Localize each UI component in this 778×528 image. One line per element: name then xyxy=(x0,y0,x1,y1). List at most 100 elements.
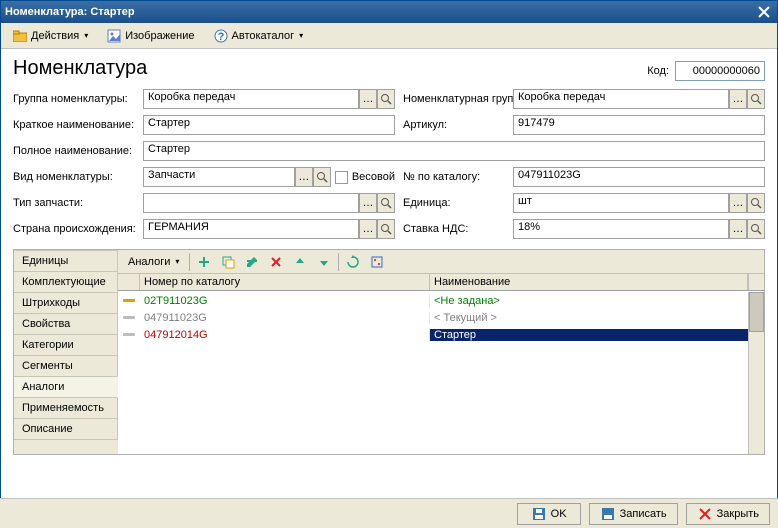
add-row-icon[interactable] xyxy=(194,252,214,272)
save-button[interactable]: Записать xyxy=(589,503,678,525)
grid-rows: 02T911023G<Не задана>047911023G< Текущий… xyxy=(118,292,748,454)
short-input[interactable]: Стартер xyxy=(143,115,395,135)
group-label: Группа номенклатуры: xyxy=(13,93,143,105)
vat-label: Ставка НДС: xyxy=(403,223,513,235)
row-status-icon xyxy=(118,333,140,336)
ok-button[interactable]: OK xyxy=(517,503,581,525)
tab-0[interactable]: Единицы xyxy=(14,250,118,272)
grid-header-name[interactable]: Наименование xyxy=(430,274,748,290)
tab-8[interactable]: Описание xyxy=(14,418,118,440)
tab-6[interactable]: Аналоги xyxy=(14,376,118,398)
parttype-ellipsis[interactable]: … xyxy=(359,193,377,213)
refresh-icon[interactable] xyxy=(343,252,363,272)
side-tabs: ЕдиницыКомплектующиеШтрихкодыСвойстваКат… xyxy=(14,250,118,454)
caret-down-icon: ▾ xyxy=(175,257,179,266)
row-name: < Текущий > xyxy=(430,312,748,324)
group-ellipsis[interactable]: … xyxy=(359,89,377,109)
row-catalog: 047912014G xyxy=(140,329,430,341)
tab-3[interactable]: Свойства xyxy=(14,313,118,335)
nomgroup-search-icon[interactable] xyxy=(747,89,765,109)
analogs-label: Аналоги xyxy=(128,256,170,268)
country-input[interactable]: ГЕРМАНИЯ xyxy=(143,219,359,239)
weight-label: Весовой xyxy=(352,171,395,183)
row-status-icon xyxy=(118,316,140,319)
grid-header-catalog[interactable]: Номер по каталогу xyxy=(140,274,430,290)
tab-2[interactable]: Штрихкоды xyxy=(14,292,118,314)
tab-1[interactable]: Комплектующие xyxy=(14,271,118,293)
window-title: Номенклатура: Стартер xyxy=(5,6,755,18)
catnum-input[interactable]: 047911023G xyxy=(513,167,765,187)
type-label: Вид номенклатуры: xyxy=(13,171,143,183)
autocatalog-label: Автокаталог xyxy=(232,30,295,42)
short-label: Краткое наименование: xyxy=(13,119,143,131)
svg-text:?: ? xyxy=(217,31,224,43)
move-down-icon[interactable] xyxy=(314,252,334,272)
art-label: Артикул: xyxy=(403,119,513,131)
full-input[interactable]: Стартер xyxy=(143,141,765,161)
vertical-scrollbar[interactable] xyxy=(748,292,764,454)
autocatalog-menu[interactable]: ? Автокаталог ▾ xyxy=(206,25,311,47)
actions-menu[interactable]: Действия ▾ xyxy=(5,25,95,47)
image-label: Изображение xyxy=(125,30,194,42)
save-label: Записать xyxy=(620,508,667,520)
country-ellipsis[interactable]: … xyxy=(359,219,377,239)
image-button[interactable]: Изображение xyxy=(99,25,201,47)
kod-input[interactable] xyxy=(675,61,765,81)
tab-7[interactable]: Применяемость xyxy=(14,397,118,419)
group-input[interactable]: Коробка передач xyxy=(143,89,359,109)
row-status-icon xyxy=(118,299,140,302)
kod-label: Код: xyxy=(647,65,669,77)
copy-row-icon[interactable] xyxy=(218,252,238,272)
edit-row-icon[interactable] xyxy=(242,252,262,272)
row-catalog: 02T911023G xyxy=(140,295,430,307)
parttype-input[interactable] xyxy=(143,193,359,213)
nomgroup-label: Номенклатурная группа: xyxy=(403,93,513,105)
type-search-icon[interactable] xyxy=(313,167,331,187)
table-row[interactable]: 047911023G< Текущий > xyxy=(118,309,748,326)
caret-down-icon: ▾ xyxy=(299,31,303,40)
parttype-search-icon[interactable] xyxy=(377,193,395,213)
tab-5[interactable]: Сегменты xyxy=(14,355,118,377)
delete-row-icon[interactable] xyxy=(266,252,286,272)
unit-search-icon[interactable] xyxy=(747,193,765,213)
close-x-icon xyxy=(697,506,713,522)
row-name: Стартер xyxy=(430,329,748,341)
unit-input[interactable]: шт xyxy=(513,193,729,213)
close-button[interactable]: Закрыть xyxy=(686,503,770,525)
art-input[interactable]: 917479 xyxy=(513,115,765,135)
row-name: <Не задана> xyxy=(430,295,748,307)
type-ellipsis[interactable]: … xyxy=(295,167,313,187)
close-icon[interactable] xyxy=(755,4,773,20)
vat-search-icon[interactable] xyxy=(747,219,765,239)
image-icon xyxy=(106,28,122,44)
close-label: Закрыть xyxy=(717,508,759,520)
nomgroup-input[interactable]: Коробка передач xyxy=(513,89,729,109)
settings-icon[interactable] xyxy=(367,252,387,272)
help-icon: ? xyxy=(213,28,229,44)
grid-header-scroll xyxy=(748,274,764,290)
main-toolbar: Действия ▾ Изображение ? Автокаталог ▾ xyxy=(1,23,777,49)
type-input[interactable]: Запчасти xyxy=(143,167,295,187)
folder-icon xyxy=(12,28,28,44)
ok-label: OK xyxy=(551,508,567,520)
analogs-menu[interactable]: Аналоги ▾ xyxy=(122,254,185,270)
vat-input[interactable]: 18% xyxy=(513,219,729,239)
disk-icon xyxy=(600,506,616,522)
vat-ellipsis[interactable]: … xyxy=(729,219,747,239)
move-up-icon[interactable] xyxy=(290,252,310,272)
actions-label: Действия xyxy=(31,30,79,42)
weight-checkbox[interactable]: Весовой xyxy=(335,167,395,187)
page-title: Номенклатура xyxy=(13,57,647,80)
save-icon xyxy=(531,506,547,522)
table-row[interactable]: 02T911023G<Не задана> xyxy=(118,292,748,309)
nomgroup-ellipsis[interactable]: … xyxy=(729,89,747,109)
unit-label: Единица: xyxy=(403,197,513,209)
group-search-icon[interactable] xyxy=(377,89,395,109)
tab-4[interactable]: Категории xyxy=(14,334,118,356)
unit-ellipsis[interactable]: … xyxy=(729,193,747,213)
grid-header-icon xyxy=(118,274,140,290)
country-search-icon[interactable] xyxy=(377,219,395,239)
table-row[interactable]: 047912014GСтартер xyxy=(118,326,748,343)
caret-down-icon: ▾ xyxy=(84,31,88,40)
scrollbar-thumb[interactable] xyxy=(749,292,764,332)
